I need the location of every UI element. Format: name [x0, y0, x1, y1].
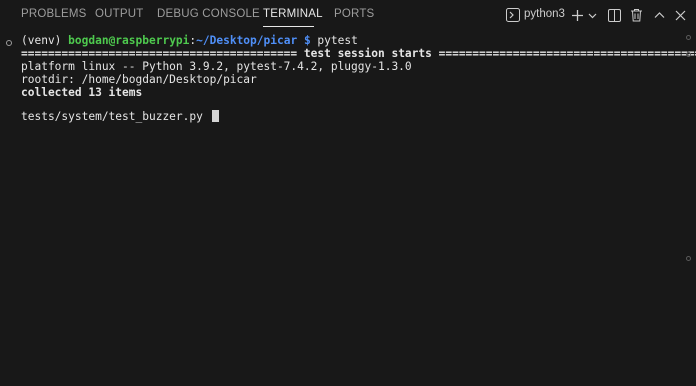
platform-line: platform linux -- Python 3.9.2, pytest-7…	[21, 60, 412, 73]
terminal-icon[interactable]	[505, 6, 521, 24]
chevron-up-icon[interactable]	[652, 6, 666, 24]
session-header-line: ========================================…	[21, 47, 696, 60]
terminal-panel: PROBLEMS OUTPUT DEBUG CONSOLE TERMINAL P…	[0, 0, 696, 386]
session-title: test session starts	[297, 47, 439, 60]
terminal-profile-label[interactable]: python3	[524, 8, 565, 20]
split-icon[interactable]	[606, 6, 622, 24]
chevron-down-icon[interactable]	[587, 6, 597, 24]
prompt-line: (venv) bogdan@raspberrypi:~/Desktop/pica…	[21, 34, 358, 47]
tab-problems[interactable]: PROBLEMS	[21, 8, 87, 20]
session-rule-right: ========================================…	[438, 47, 696, 60]
terminal-output[interactable]: (venv) bogdan@raspberrypi:~/Desktop/pica…	[0, 30, 696, 386]
active-tab-indicator	[263, 26, 314, 27]
tab-terminal[interactable]: TERMINAL	[263, 8, 323, 20]
panel-tab-bar: PROBLEMS OUTPUT DEBUG CONSOLE TERMINAL P…	[0, 0, 696, 30]
tab-output[interactable]: OUTPUT	[95, 8, 143, 20]
session-rule-left: ========================================…	[21, 47, 298, 60]
running-test-line: tests/system/test_buzzer.py	[21, 110, 219, 123]
scroll-marker-icon	[686, 35, 691, 40]
running-test-file: tests/system/test_buzzer.py	[21, 110, 210, 123]
prompt-dollar: $	[297, 34, 318, 47]
tab-ports[interactable]: PORTS	[334, 8, 374, 20]
plus-icon[interactable]	[570, 6, 584, 24]
scroll-marker-icon	[686, 52, 691, 57]
tab-debug-console[interactable]: DEBUG CONSOLE	[157, 8, 260, 20]
cwd-path: ~/Desktop/picar	[196, 34, 298, 47]
trash-icon[interactable]	[628, 6, 644, 24]
command-text: pytest	[317, 34, 358, 47]
rootdir-line: rootdir: /home/bogdan/Desktop/picar	[21, 73, 257, 86]
terminal-cursor	[211, 110, 219, 122]
user-host: bogdan@raspberrypi	[68, 34, 190, 47]
command-decoration-icon[interactable]	[6, 40, 12, 46]
collected-line: collected 13 items	[21, 86, 143, 99]
close-icon[interactable]	[673, 6, 687, 24]
venv-label: (venv)	[21, 34, 69, 47]
scroll-marker-icon	[686, 256, 691, 261]
